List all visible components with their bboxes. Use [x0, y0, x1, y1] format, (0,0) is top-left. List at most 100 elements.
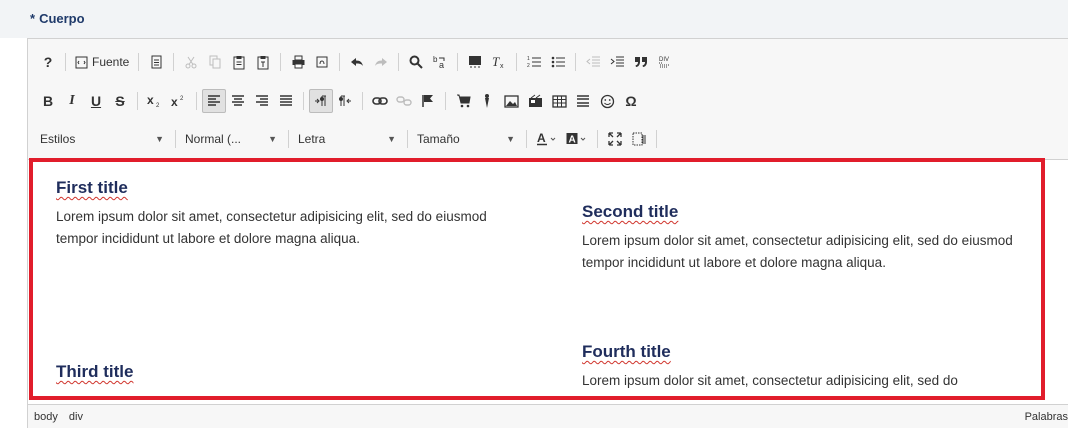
- redo-icon: [375, 58, 388, 66]
- replace-button[interactable]: ba: [428, 50, 452, 74]
- format-label: Normal (...: [185, 132, 242, 146]
- outdent-button[interactable]: [581, 50, 605, 74]
- svg-text:x: x: [171, 95, 178, 108]
- toolbar-row-3: Estilos ▼ Normal (... ▼ Letra ▼ Tamaño ▼…: [36, 126, 662, 152]
- special-char-button[interactable]: Ω: [619, 89, 643, 113]
- indent-icon: [610, 56, 624, 67]
- bold-button[interactable]: B: [36, 89, 60, 113]
- text-direction-rtl-button[interactable]: [333, 89, 357, 113]
- align-right-button[interactable]: [250, 89, 274, 113]
- superscript-icon: x2: [171, 95, 184, 108]
- image-button[interactable]: [499, 89, 523, 113]
- unlink-button[interactable]: [392, 89, 416, 113]
- path-item-body[interactable]: body: [34, 411, 58, 423]
- svg-text:A: A: [537, 132, 546, 145]
- templates-icon: [316, 56, 328, 68]
- path-item-div[interactable]: div: [69, 411, 83, 423]
- help-button[interactable]: ?: [36, 50, 60, 74]
- field-label-text: Cuerpo: [39, 11, 85, 26]
- align-left-button[interactable]: [202, 89, 226, 113]
- copy-button[interactable]: [203, 50, 227, 74]
- bulleted-list-icon: [551, 56, 565, 68]
- superscript-button[interactable]: x2: [167, 89, 191, 113]
- templates-button[interactable]: [310, 50, 334, 74]
- toolbar-separator: [280, 53, 282, 71]
- subscript-button[interactable]: x2: [143, 89, 167, 113]
- block-paragraph: Lorem ipsum dolor sit amet, consectetur …: [582, 373, 958, 388]
- undo-button[interactable]: [345, 50, 369, 74]
- source-label: Fuente: [92, 55, 130, 69]
- svg-text:2: 2: [527, 63, 530, 69]
- toolbar-row-1: ? Fuente b a T x 1 2 DIV: [36, 49, 677, 75]
- replace-icon: ba: [433, 55, 445, 69]
- text-color-button[interactable]: A: [532, 127, 562, 151]
- anchor-button[interactable]: [416, 89, 440, 113]
- insert-special-button[interactable]: [475, 89, 499, 113]
- paste-button[interactable]: [227, 50, 251, 74]
- printer-icon: [292, 55, 305, 69]
- strikethrough-button[interactable]: S: [108, 89, 132, 113]
- smiley-button[interactable]: [595, 89, 619, 113]
- rtl-icon: [339, 95, 351, 106]
- flag-icon: [422, 95, 433, 107]
- underline-button[interactable]: U: [84, 89, 108, 113]
- preview-button[interactable]: [144, 50, 168, 74]
- div-container-icon: DIV: [659, 57, 671, 68]
- font-dropdown[interactable]: Letra ▼: [294, 128, 402, 150]
- redo-button[interactable]: [369, 50, 393, 74]
- link-button[interactable]: [368, 89, 392, 113]
- toolbar-separator: [526, 130, 527, 148]
- horizontal-rule-button[interactable]: [571, 89, 595, 113]
- bulleted-list-button[interactable]: [546, 50, 570, 74]
- toolbar-separator: [138, 53, 140, 71]
- scissors-icon: [185, 56, 197, 69]
- background-color-button[interactable]: A: [562, 127, 592, 151]
- size-dropdown[interactable]: Tamaño ▼: [413, 128, 521, 150]
- create-div-button[interactable]: DIV: [653, 50, 677, 74]
- toolbar-separator: [288, 130, 289, 148]
- styles-dropdown[interactable]: Estilos ▼: [36, 128, 170, 150]
- italic-button[interactable]: I: [60, 89, 84, 113]
- content-block-1: First title Lorem ipsum dolor sit amet, …: [56, 178, 516, 250]
- show-blocks-button[interactable]: [627, 127, 651, 151]
- block-paragraph: Lorem ipsum dolor sit amet, consectetur …: [56, 209, 487, 246]
- copy-icon: [209, 55, 221, 69]
- element-path: body div: [34, 411, 91, 423]
- field-label: * Cuerpo: [0, 0, 1068, 38]
- media-icon: [528, 94, 542, 107]
- rich-text-editor: ? Fuente b a T x 1 2 DIV B I U S x 2 x 2…: [27, 38, 1068, 428]
- search-icon: [409, 55, 424, 69]
- svg-text:b: b: [433, 55, 438, 64]
- text-direction-ltr-button[interactable]: [309, 89, 333, 113]
- subscript-icon: x2: [147, 94, 160, 108]
- cut-button[interactable]: [179, 50, 203, 74]
- format-dropdown[interactable]: Normal (... ▼: [181, 128, 283, 150]
- remove-format-button[interactable]: Tx: [487, 50, 511, 74]
- table-button[interactable]: [547, 89, 571, 113]
- insert-image-cart-button[interactable]: [451, 89, 475, 113]
- remove-format-icon: Tx: [492, 55, 504, 69]
- align-center-button[interactable]: [226, 89, 250, 113]
- svg-text:2: 2: [180, 96, 184, 102]
- find-button[interactable]: [404, 50, 428, 74]
- select-all-button[interactable]: [463, 50, 487, 74]
- required-mark: *: [30, 11, 36, 26]
- source-button[interactable]: Fuente: [71, 50, 133, 74]
- flash-button[interactable]: [523, 89, 547, 113]
- block-title: First title: [56, 178, 128, 197]
- indent-button[interactable]: [605, 50, 629, 74]
- justify-button[interactable]: [274, 89, 298, 113]
- chevron-down-icon: ▼: [268, 134, 277, 144]
- toolbar-separator: [303, 92, 304, 110]
- paste-text-button[interactable]: [251, 50, 275, 74]
- pin-icon: [485, 94, 489, 108]
- align-center-icon: [232, 95, 244, 106]
- content-block-4: Fourth title Lorem ipsum dolor sit amet,…: [582, 342, 1042, 392]
- maximize-button[interactable]: [603, 127, 627, 151]
- numbered-list-button[interactable]: 12: [522, 50, 546, 74]
- content-block-3: Third title: [56, 362, 516, 390]
- editor-content-area[interactable]: First title Lorem ipsum dolor sit amet, …: [28, 159, 1068, 404]
- print-button[interactable]: [286, 50, 310, 74]
- ltr-icon: [315, 95, 326, 106]
- blockquote-button[interactable]: [629, 50, 653, 74]
